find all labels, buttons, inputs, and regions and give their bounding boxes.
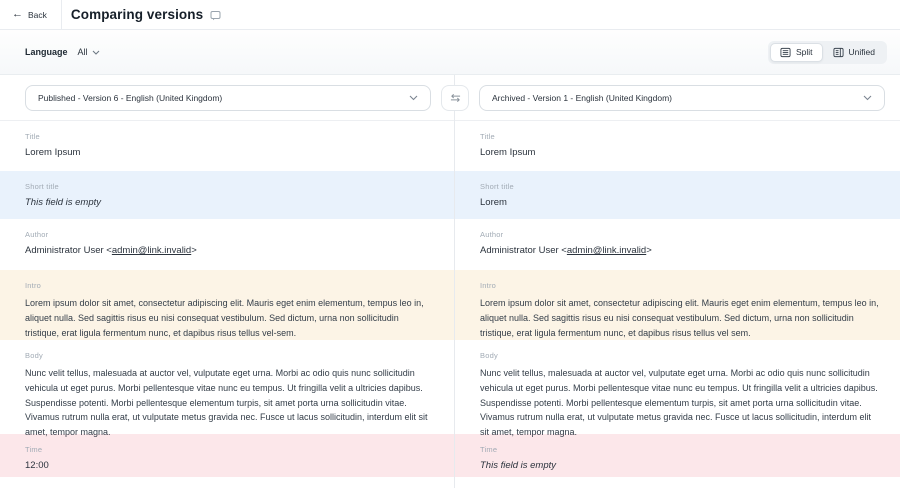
field-value: Lorem ipsum dolor sit amet, consectetur … bbox=[25, 296, 435, 340]
field-value: Lorem Ipsum bbox=[480, 147, 880, 158]
empty-field-placeholder: This field is empty bbox=[480, 460, 880, 471]
field-row-time: Time 12:00 Time This field is empty bbox=[0, 434, 900, 477]
language-control: Language All bbox=[25, 47, 100, 57]
field-label: Author bbox=[25, 230, 435, 239]
column-divider bbox=[454, 75, 455, 488]
field-label: Intro bbox=[25, 281, 435, 290]
email-link[interactable]: admin@link.invalid bbox=[112, 245, 191, 256]
body-cell-left: Body Nunc velit tellus, malesuada at auc… bbox=[0, 340, 455, 434]
field-value: Lorem bbox=[480, 197, 880, 208]
field-label: Title bbox=[480, 132, 880, 141]
language-label: Language bbox=[25, 47, 68, 57]
field-row-body: Body Nunc velit tellus, malesuada at auc… bbox=[0, 340, 900, 434]
field-row-short-title: Short title This field is empty Short ti… bbox=[0, 171, 900, 219]
comparison-table: Title Lorem Ipsum Title Lorem Ipsum Shor… bbox=[0, 121, 900, 477]
field-value: Lorem Ipsum bbox=[25, 147, 435, 158]
intro-cell-left: Intro Lorem ipsum dolor sit amet, consec… bbox=[0, 270, 455, 340]
field-label: Short title bbox=[480, 182, 880, 191]
author-cell-right: Author Administrator User <admin@link.in… bbox=[455, 219, 900, 270]
field-value: Lorem ipsum dolor sit amet, consectetur … bbox=[480, 296, 880, 340]
right-version-select[interactable]: Archived - Version 1 - English (United K… bbox=[479, 85, 885, 111]
author-name: Administrator User < bbox=[480, 245, 567, 256]
field-label: Body bbox=[25, 351, 435, 360]
page-title: Comparing versions bbox=[71, 7, 203, 22]
field-row-author: Author Administrator User <admin@link.in… bbox=[0, 219, 900, 270]
toolbar: Language All Split bbox=[0, 30, 900, 75]
field-value: Administrator User <admin@link.invalid> bbox=[25, 245, 435, 256]
author-suffix: > bbox=[191, 245, 197, 256]
back-button-label: Back bbox=[28, 10, 47, 20]
time-cell-right: Time This field is empty bbox=[455, 434, 900, 477]
field-value: 12:00 bbox=[25, 460, 435, 471]
author-name: Administrator User < bbox=[25, 245, 112, 256]
swap-horizontal-icon bbox=[450, 93, 461, 103]
swap-versions-button[interactable] bbox=[441, 85, 469, 111]
field-row-title: Title Lorem Ipsum Title Lorem Ipsum bbox=[0, 121, 900, 171]
field-label: Title bbox=[25, 132, 435, 141]
field-row-intro: Intro Lorem ipsum dolor sit amet, consec… bbox=[0, 270, 900, 340]
language-dropdown[interactable]: All bbox=[78, 47, 100, 57]
field-value: Administrator User <admin@link.invalid> bbox=[480, 245, 880, 256]
short-title-cell-right: Short title Lorem bbox=[455, 171, 900, 219]
split-view-button[interactable]: Split bbox=[770, 43, 823, 62]
comparison-content: Published - Version 6 - English (United … bbox=[0, 75, 900, 488]
field-value: Nunc velit tellus, malesuada at auctor v… bbox=[25, 366, 435, 440]
unified-view-button[interactable]: Unified bbox=[823, 43, 885, 62]
field-value: Nunc velit tellus, malesuada at auctor v… bbox=[480, 366, 880, 440]
field-label: Time bbox=[480, 445, 880, 454]
split-view-label: Split bbox=[796, 47, 813, 57]
left-version-value: Published - Version 6 - English (United … bbox=[38, 93, 222, 103]
title-cell-right: Title Lorem Ipsum bbox=[455, 121, 900, 171]
field-label: Time bbox=[25, 445, 435, 454]
comment-icon bbox=[210, 10, 221, 21]
page-title-wrap: Comparing versions bbox=[62, 0, 221, 29]
empty-field-placeholder: This field is empty bbox=[25, 197, 435, 208]
back-arrow-icon: ← bbox=[12, 9, 23, 20]
version-selectors-row: Published - Version 6 - English (United … bbox=[0, 75, 900, 121]
email-link[interactable]: admin@link.invalid bbox=[567, 245, 646, 256]
body-cell-right: Body Nunc velit tellus, malesuada at auc… bbox=[455, 340, 900, 434]
chevron-down-icon bbox=[409, 95, 418, 101]
intro-cell-right: Intro Lorem ipsum dolor sit amet, consec… bbox=[455, 270, 900, 340]
author-cell-left: Author Administrator User <admin@link.in… bbox=[0, 219, 455, 270]
field-label: Intro bbox=[480, 281, 880, 290]
right-version-value: Archived - Version 1 - English (United K… bbox=[492, 93, 672, 103]
title-cell-left: Title Lorem Ipsum bbox=[0, 121, 455, 171]
chevron-down-icon bbox=[863, 95, 872, 101]
time-cell-left: Time 12:00 bbox=[0, 434, 455, 477]
top-header: ← Back Comparing versions bbox=[0, 0, 900, 30]
unified-view-icon bbox=[833, 47, 844, 58]
view-mode-toggle: Split Unified bbox=[768, 41, 887, 64]
field-label: Short title bbox=[25, 182, 435, 191]
short-title-cell-left: Short title This field is empty bbox=[0, 171, 455, 219]
split-view-icon bbox=[780, 47, 791, 58]
unified-view-label: Unified bbox=[849, 47, 875, 57]
author-suffix: > bbox=[646, 245, 652, 256]
field-label: Body bbox=[480, 351, 880, 360]
language-value: All bbox=[78, 47, 88, 57]
field-label: Author bbox=[480, 230, 880, 239]
back-button[interactable]: ← Back bbox=[0, 0, 62, 29]
left-version-select[interactable]: Published - Version 6 - English (United … bbox=[25, 85, 431, 111]
chevron-down-icon bbox=[92, 50, 100, 55]
